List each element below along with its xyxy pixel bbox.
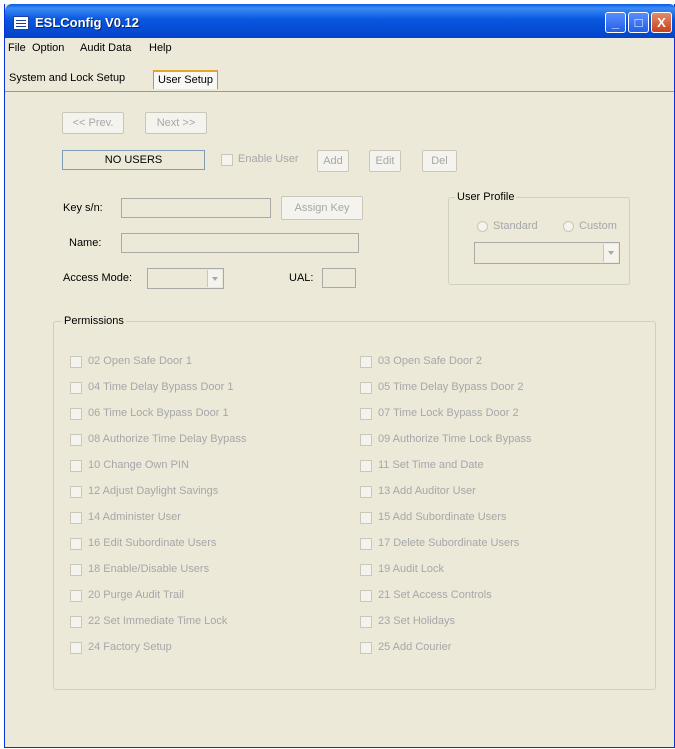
ual-label: UAL: — [289, 272, 314, 284]
minimize-button[interactable]: _ — [605, 12, 626, 33]
menu-help[interactable]: Help — [149, 42, 172, 54]
ual-field[interactable] — [322, 268, 356, 288]
permission-label: 25 Add Courier — [378, 641, 452, 653]
permission-checkbox[interactable] — [360, 616, 372, 628]
add-button[interactable]: Add — [317, 150, 349, 172]
menu-file[interactable]: File — [8, 42, 26, 54]
permission-checkbox[interactable] — [70, 512, 82, 524]
permission-label: 11 Set Time and Date — [378, 459, 484, 471]
assign-key-button[interactable]: Assign Key — [281, 196, 363, 220]
del-button[interactable]: Del — [422, 150, 457, 172]
user-setup-panel: << Prev. Next >> NO USERS Enable User Ad… — [5, 91, 674, 742]
app-window: ESLConfig V0.12 _ □ X File Option Audit … — [4, 4, 675, 748]
permission-label: 10 Change Own PIN — [88, 459, 189, 471]
maximize-button[interactable]: □ — [628, 12, 649, 33]
chevron-down-icon — [207, 270, 222, 287]
next-button[interactable]: Next >> — [145, 112, 207, 134]
permission-label: 05 Time Delay Bypass Door 2 — [378, 381, 524, 393]
chevron-down-icon — [603, 244, 618, 262]
permission-label: 07 Time Lock Bypass Door 2 — [378, 407, 519, 419]
permission-checkbox[interactable] — [70, 616, 82, 628]
permission-checkbox[interactable] — [360, 382, 372, 394]
permission-checkbox[interactable] — [360, 356, 372, 368]
permission-label: 04 Time Delay Bypass Door 1 — [88, 381, 234, 393]
title-bar[interactable]: ESLConfig V0.12 _ □ X — [5, 4, 675, 38]
permission-checkbox[interactable] — [360, 590, 372, 602]
access-mode-dropdown[interactable] — [147, 268, 224, 289]
permission-checkbox[interactable] — [70, 538, 82, 550]
tab-system-lock-setup[interactable]: System and Lock Setup — [5, 70, 129, 89]
custom-label: Custom — [579, 220, 617, 232]
permission-checkbox[interactable] — [70, 408, 82, 420]
standard-label: Standard — [493, 220, 538, 232]
key-sn-label: Key s/n: — [63, 202, 103, 214]
user-profile-title: User Profile — [455, 191, 517, 203]
permission-checkbox[interactable] — [70, 564, 82, 576]
permission-label: 06 Time Lock Bypass Door 1 — [88, 407, 229, 419]
permission-checkbox[interactable] — [360, 486, 372, 498]
permission-label: 21 Set Access Controls — [378, 589, 492, 601]
permission-label: 23 Set Holidays — [378, 615, 456, 627]
enable-user-label: Enable User — [238, 153, 299, 165]
permission-label: 12 Adjust Daylight Savings — [88, 485, 219, 497]
name-label: Name: — [69, 237, 102, 249]
menu-option[interactable]: Option — [32, 42, 64, 54]
prev-button[interactable]: << Prev. — [62, 112, 124, 134]
menu-bar: File Option Audit Data Help — [5, 38, 674, 56]
permission-checkbox[interactable] — [70, 590, 82, 602]
permission-label: 08 Authorize Time Delay Bypass — [88, 433, 247, 445]
user-profile-group: User Profile Standard Custom — [448, 191, 630, 285]
name-field[interactable] — [121, 233, 359, 253]
permission-checkbox[interactable] — [360, 538, 372, 550]
permission-checkbox[interactable] — [70, 382, 82, 394]
permission-label: 13 Add Auditor User — [378, 485, 476, 497]
tab-strip: System and Lock Setup User Setup — [5, 56, 674, 96]
custom-radio[interactable] — [563, 221, 574, 232]
permission-checkbox[interactable] — [360, 460, 372, 472]
permission-label: 20 Purge Audit Trail — [88, 589, 185, 601]
permission-checkbox[interactable] — [70, 356, 82, 368]
edit-button[interactable]: Edit — [369, 150, 401, 172]
permission-label: 17 Delete Subordinate Users — [378, 537, 520, 549]
profile-dropdown[interactable] — [474, 242, 620, 264]
permission-label: 09 Authorize Time Lock Bypass — [378, 433, 532, 445]
permission-checkbox[interactable] — [360, 434, 372, 446]
permission-label: 02 Open Safe Door 1 — [88, 355, 192, 367]
permission-checkbox[interactable] — [360, 642, 372, 654]
permission-label: 22 Set Immediate Time Lock — [88, 615, 228, 627]
permission-checkbox[interactable] — [70, 642, 82, 654]
permission-label: 16 Edit Subordinate Users — [88, 537, 217, 549]
permission-checkbox[interactable] — [360, 408, 372, 420]
permission-checkbox[interactable] — [360, 564, 372, 576]
permissions-title: Permissions — [62, 315, 126, 327]
tab-user-setup[interactable]: User Setup — [153, 70, 219, 89]
menu-audit-data[interactable]: Audit Data — [80, 42, 131, 54]
permission-checkbox[interactable] — [360, 512, 372, 524]
user-status-box: NO USERS — [62, 150, 205, 170]
close-button[interactable]: X — [651, 12, 672, 33]
permission-checkbox[interactable] — [70, 460, 82, 472]
access-mode-label: Access Mode: — [63, 272, 133, 284]
standard-radio[interactable] — [477, 221, 488, 232]
window-title: ESLConfig V0.12 — [35, 15, 140, 30]
key-sn-field[interactable] — [121, 198, 271, 218]
permission-label: 14 Administer User — [88, 511, 181, 523]
permission-label: 19 Audit Lock — [378, 563, 445, 575]
enable-user-checkbox[interactable] — [221, 154, 233, 166]
permission-checkbox[interactable] — [70, 434, 82, 446]
permission-label: 03 Open Safe Door 2 — [378, 355, 482, 367]
app-icon — [13, 16, 29, 30]
permission-label: 24 Factory Setup — [88, 641, 172, 653]
permission-label: 18 Enable/Disable Users — [88, 563, 210, 575]
permissions-group: Permissions 02 Open Safe Door 1 04 Time D… — [53, 315, 656, 690]
permission-label: 15 Add Subordinate Users — [378, 511, 507, 523]
permission-checkbox[interactable] — [70, 486, 82, 498]
